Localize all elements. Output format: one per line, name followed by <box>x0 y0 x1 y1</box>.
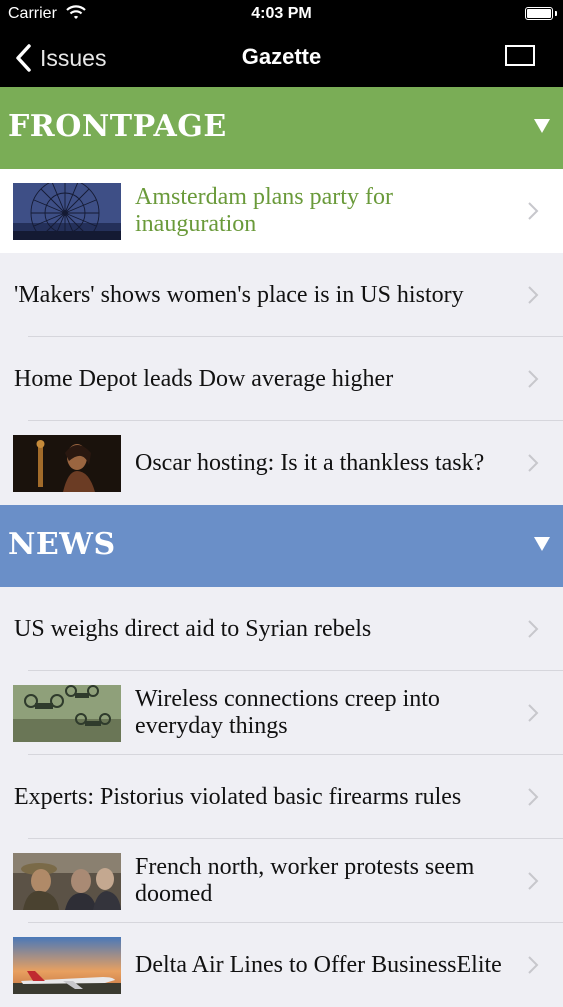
article-title: US weighs direct aid to Syrian rebels <box>14 615 372 642</box>
article-row[interactable]: Wireless connections creep into everyday… <box>0 671 563 755</box>
oscar-thumbnail <box>13 435 121 492</box>
chevron-right-icon <box>528 620 539 638</box>
page-title: Gazette <box>241 44 322 69</box>
article-title: Oscar hosting: Is it a thankless task? <box>135 449 485 476</box>
article-title: Experts: Pistorius violated basic firear… <box>14 783 462 810</box>
section-title: NEWS <box>8 527 116 562</box>
article-title: 'Makers' shows women's place is in US hi… <box>14 281 464 308</box>
chevron-right-icon <box>528 286 539 304</box>
chevron-right-icon <box>528 956 539 974</box>
protesters-thumbnail <box>13 853 121 910</box>
article-title: Delta Air Lines to Offer BusinessElite <box>135 951 502 978</box>
navigation-bar: Issues Gazette <box>0 30 563 87</box>
chevron-right-icon <box>528 370 539 388</box>
section-title: FRONTPAGE <box>8 109 227 144</box>
collapse-triangle-icon <box>534 537 550 551</box>
article-title: Amsterdam plans party for inauguration <box>135 184 393 237</box>
section-header-news[interactable]: NEWS <box>0 505 563 587</box>
article-row[interactable]: 'Makers' shows women's place is in US hi… <box>0 253 563 337</box>
battery-icon <box>525 7 557 20</box>
chevron-right-icon <box>528 788 539 806</box>
article-row[interactable]: Amsterdam plans party for inauguration <box>0 169 563 253</box>
article-title: Wireless connections creep into everyday… <box>135 686 440 739</box>
article-title: Home Depot leads Dow average higher <box>14 365 394 392</box>
page-view-icon[interactable] <box>505 45 535 66</box>
clock: 4:03 PM <box>251 5 312 22</box>
chevron-right-icon <box>528 872 539 890</box>
section-header-frontpage[interactable]: FRONTPAGE <box>0 87 563 169</box>
article-row[interactable]: Home Depot leads Dow average higher <box>0 337 563 421</box>
chevron-right-icon <box>528 704 539 722</box>
collapse-triangle-icon <box>534 119 550 133</box>
airplane-thumbnail <box>13 937 121 994</box>
article-row[interactable]: French north, worker protests seem doome… <box>0 839 563 923</box>
article-row[interactable]: Experts: Pistorius violated basic firear… <box>0 755 563 839</box>
chevron-right-icon <box>528 202 539 220</box>
article-row[interactable]: Delta Air Lines to Offer BusinessElite <box>0 923 563 1007</box>
article-title: French north, worker protests seem doome… <box>135 854 475 907</box>
chevron-right-icon <box>528 454 539 472</box>
ferris-wheel-thumbnail <box>13 183 121 240</box>
drones-thumbnail <box>13 685 121 742</box>
status-bar: Carrier 4:03 PM <box>0 0 563 30</box>
article-row[interactable]: Oscar hosting: Is it a thankless task? <box>0 421 563 505</box>
article-row[interactable]: US weighs direct aid to Syrian rebels <box>0 587 563 671</box>
